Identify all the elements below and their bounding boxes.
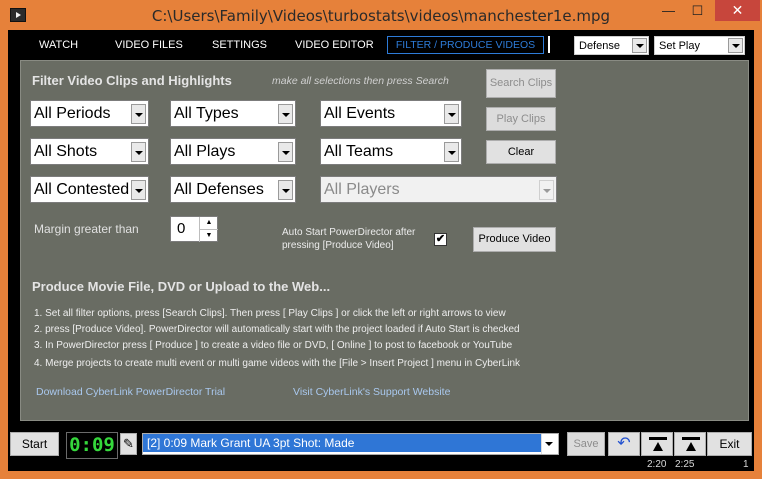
- chevron-down-icon[interactable]: [131, 104, 146, 124]
- chevron-down-icon[interactable]: [541, 434, 558, 454]
- clock-display: 0:09: [66, 432, 118, 459]
- menu-watch[interactable]: WATCH: [39, 30, 78, 60]
- margin-value: 0: [177, 220, 186, 237]
- teams-value: All Teams: [324, 143, 394, 160]
- players-value: All Players: [324, 181, 400, 198]
- autostart-label-line2: pressing [Produce Video]: [282, 240, 394, 251]
- chevron-down-icon[interactable]: [131, 180, 146, 200]
- undo-arrow-icon[interactable]: ↶: [608, 432, 640, 456]
- time-label-end: 2:25: [675, 459, 695, 470]
- types-dropdown[interactable]: All Types: [170, 100, 296, 127]
- chevron-down-icon[interactable]: [278, 104, 293, 124]
- menu-filter-produce[interactable]: FILTER / PRODUCE VIDEOS: [387, 36, 544, 54]
- shots-dropdown[interactable]: All Shots: [30, 138, 149, 165]
- plays-dropdown[interactable]: All Plays: [170, 138, 296, 165]
- chevron-down-icon[interactable]: [131, 142, 146, 162]
- periods-value: All Periods: [34, 105, 111, 122]
- chevron-down-icon[interactable]: [728, 38, 743, 53]
- autostart-label-line1: Auto Start PowerDirector after: [282, 227, 416, 238]
- filter-heading: Filter Video Clips and Highlights: [32, 73, 232, 88]
- start-button[interactable]: Start: [10, 432, 59, 456]
- instruction-line: 4. Merge projects to create multi event …: [34, 358, 521, 369]
- play-clips-button[interactable]: Play Clips: [486, 107, 556, 131]
- chevron-down-icon[interactable]: [444, 104, 459, 124]
- defenses-dropdown[interactable]: All Defenses: [170, 176, 296, 203]
- close-button[interactable]: ✕: [715, 0, 760, 21]
- contested-dropdown[interactable]: All Contested: [30, 176, 149, 203]
- mode-select[interactable]: Set Play: [654, 36, 745, 55]
- defenses-value: All Defenses: [174, 181, 264, 198]
- stepper-up-icon[interactable]: ▲: [199, 217, 218, 229]
- plays-value: All Plays: [174, 143, 236, 160]
- clear-button[interactable]: Clear: [486, 140, 556, 164]
- shots-value: All Shots: [34, 143, 98, 160]
- chevron-down-icon[interactable]: [278, 180, 293, 200]
- team-select-value: Defense: [579, 40, 620, 52]
- events-dropdown[interactable]: All Events: [320, 100, 462, 127]
- bracket-mark-in-icon[interactable]: [641, 432, 673, 456]
- events-value: All Events: [324, 105, 396, 122]
- exit-button[interactable]: Exit: [707, 432, 752, 456]
- margin-stepper[interactable]: 0 ▲ ▼: [170, 216, 218, 242]
- filter-hint: make all selections then press Search: [272, 75, 449, 87]
- produce-video-button[interactable]: Produce Video: [473, 227, 556, 252]
- chevron-down-icon[interactable]: [278, 142, 293, 162]
- players-dropdown: All Players: [320, 176, 557, 203]
- autostart-checkbox[interactable]: ✔: [434, 233, 447, 246]
- clip-count: 1: [743, 459, 749, 470]
- clip-select-value: [2] 0:09 Mark Grant UA 3pt Shot: Made: [143, 434, 541, 452]
- menu-video-files[interactable]: VIDEO FILES: [115, 30, 183, 60]
- minimize-button[interactable]: —: [655, 0, 682, 21]
- mode-select-value: Set Play: [659, 40, 700, 52]
- search-clips-button[interactable]: Search Clips: [486, 69, 556, 98]
- menu-video-editor[interactable]: VIDEO EDITOR: [295, 30, 374, 60]
- produce-heading: Produce Movie File, DVD or Upload to the…: [32, 279, 331, 294]
- margin-label: Margin greater than: [34, 222, 139, 236]
- periods-dropdown[interactable]: All Periods: [30, 100, 149, 127]
- bracket-mark-out-icon[interactable]: [674, 432, 706, 456]
- instruction-line: 2. press [Produce Video]. PowerDirector …: [34, 324, 520, 335]
- instruction-line: 1. Set all filter options, press [Search…: [34, 308, 506, 319]
- divider: [548, 36, 550, 53]
- types-value: All Types: [174, 105, 239, 122]
- team-select[interactable]: Defense: [574, 36, 649, 55]
- menu-settings[interactable]: SETTINGS: [212, 30, 267, 60]
- chevron-down-icon[interactable]: [632, 38, 647, 53]
- chevron-down-icon[interactable]: [444, 142, 459, 162]
- instruction-line: 3. In PowerDirector press [ Produce ] to…: [34, 340, 513, 351]
- save-button[interactable]: Save: [567, 432, 605, 456]
- chevron-down-icon: [539, 180, 554, 200]
- window-title: C:\Users\Family\Videos\turbostats\videos…: [151, 7, 611, 25]
- teams-dropdown[interactable]: All Teams: [320, 138, 462, 165]
- contested-value: All Contested: [34, 181, 130, 198]
- pencil-icon[interactable]: ✎: [120, 433, 137, 455]
- stepper-down-icon[interactable]: ▼: [199, 229, 218, 242]
- time-label-start: 2:20: [647, 459, 667, 470]
- support-website-link[interactable]: Visit CyberLink's Support Website: [293, 386, 450, 398]
- download-trial-link[interactable]: Download CyberLink PowerDirector Trial: [36, 386, 225, 398]
- maximize-button[interactable]: ☐: [684, 0, 711, 21]
